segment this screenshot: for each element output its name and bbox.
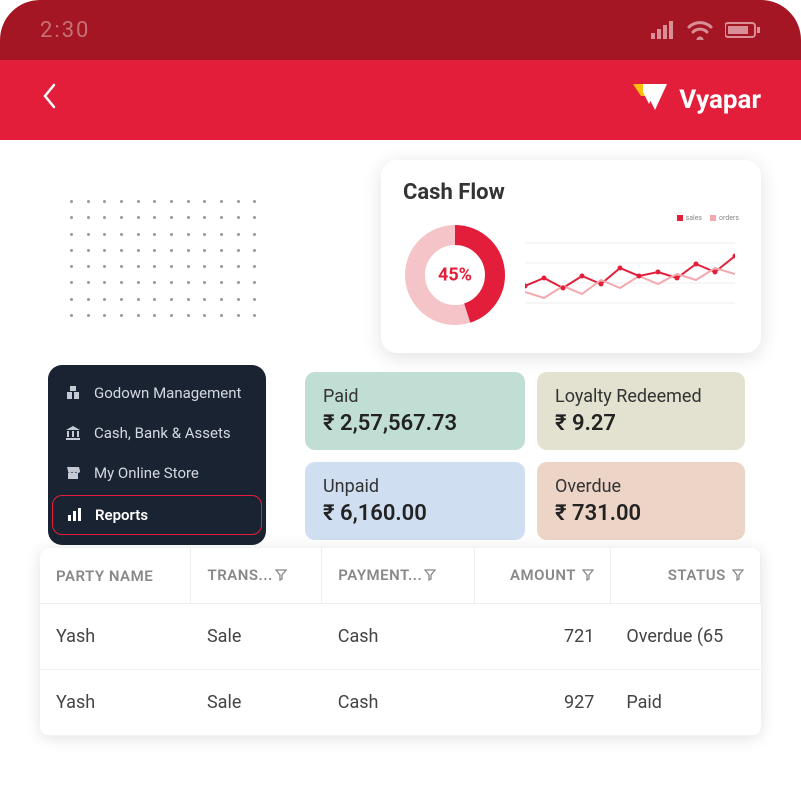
sidebar-item-cash-bank[interactable]: Cash, Bank & Assets bbox=[48, 413, 266, 453]
col-payment[interactable]: PAYMENT... bbox=[322, 548, 475, 604]
wifi-icon bbox=[687, 20, 713, 40]
donut-center-label: 45% bbox=[438, 265, 472, 286]
stat-card-loyalty[interactable]: Loyalty Redeemed ₹ 9.27 bbox=[537, 372, 745, 450]
cell-party: Yash bbox=[40, 604, 191, 670]
godown-icon bbox=[64, 384, 82, 402]
stat-card-unpaid[interactable]: Unpaid ₹ 6,160.00 bbox=[305, 462, 525, 540]
stat-card-paid[interactable]: Paid ₹ 2,57,567.73 bbox=[305, 372, 525, 450]
status-bar: 2:30 bbox=[0, 0, 801, 60]
cell-payment: Cash bbox=[322, 670, 475, 736]
decorative-dots bbox=[70, 200, 270, 330]
vyapar-logo-icon bbox=[629, 80, 669, 121]
sidebar-item-store[interactable]: My Online Store bbox=[48, 453, 266, 493]
chevron-left-icon bbox=[40, 81, 58, 111]
col-amount[interactable]: AMOUNT bbox=[474, 548, 610, 604]
stat-value: ₹ 9.27 bbox=[555, 411, 727, 436]
stat-label: Overdue bbox=[555, 476, 727, 497]
filter-icon[interactable] bbox=[275, 567, 287, 585]
sidebar-item-label: My Online Store bbox=[94, 464, 199, 482]
transactions-table: PARTY NAME TRANS... PAYMENT... AMOUNT ST… bbox=[40, 548, 761, 736]
line-chart: sales orders bbox=[525, 228, 739, 322]
app-header: Vyapar bbox=[0, 60, 801, 140]
sidebar-menu: Godown Management Cash, Bank & Assets My… bbox=[48, 365, 266, 545]
stat-value: ₹ 6,160.00 bbox=[323, 501, 507, 526]
reports-icon bbox=[65, 506, 83, 524]
store-icon bbox=[64, 464, 82, 482]
col-status[interactable]: STATUS bbox=[610, 548, 760, 604]
cash-flow-card: Cash Flow 45% sales orders bbox=[381, 160, 761, 353]
stat-label: Unpaid bbox=[323, 476, 507, 497]
brand-name: Vyapar bbox=[679, 85, 761, 115]
cell-trans: Sale bbox=[191, 670, 322, 736]
cell-amount: 927 bbox=[474, 670, 610, 736]
sidebar-item-label: Cash, Bank & Assets bbox=[94, 424, 231, 442]
cell-trans: Sale bbox=[191, 604, 322, 670]
stat-value: ₹ 731.00 bbox=[555, 501, 727, 526]
main-content: Cash Flow 45% sales orders bbox=[0, 140, 801, 200]
cell-party: Yash bbox=[40, 670, 191, 736]
cash-flow-title: Cash Flow bbox=[403, 180, 739, 205]
stat-card-overdue[interactable]: Overdue ₹ 731.00 bbox=[537, 462, 745, 540]
col-trans[interactable]: TRANS... bbox=[191, 548, 322, 604]
signal-icon bbox=[651, 21, 675, 39]
bank-icon bbox=[64, 424, 82, 442]
cell-amount: 721 bbox=[474, 604, 610, 670]
cell-status: Paid bbox=[610, 670, 760, 736]
sidebar-item-label: Reports bbox=[95, 506, 148, 524]
stat-label: Loyalty Redeemed bbox=[555, 386, 727, 407]
stat-value: ₹ 2,57,567.73 bbox=[323, 411, 507, 436]
sidebar-item-godown[interactable]: Godown Management bbox=[48, 373, 266, 413]
sidebar-item-reports[interactable]: Reports bbox=[52, 495, 262, 535]
filter-icon[interactable] bbox=[582, 567, 594, 585]
status-icons bbox=[651, 20, 761, 40]
table-row[interactable]: Yash Sale Cash 721 Overdue (65 bbox=[40, 604, 761, 670]
back-button[interactable] bbox=[40, 81, 58, 119]
table-row[interactable]: Yash Sale Cash 927 Paid bbox=[40, 670, 761, 736]
filter-icon[interactable] bbox=[732, 567, 744, 585]
stats-grid: Paid ₹ 2,57,567.73 Loyalty Redeemed ₹ 9.… bbox=[305, 372, 745, 540]
brand-logo: Vyapar bbox=[629, 80, 761, 121]
sidebar-item-label: Godown Management bbox=[94, 384, 241, 402]
filter-icon[interactable] bbox=[424, 567, 436, 585]
donut-chart: 45% bbox=[403, 223, 507, 327]
status-time: 2:30 bbox=[40, 18, 90, 43]
col-party[interactable]: PARTY NAME bbox=[40, 548, 191, 604]
cell-payment: Cash bbox=[322, 604, 475, 670]
stat-label: Paid bbox=[323, 386, 507, 407]
battery-icon bbox=[725, 21, 761, 39]
cell-status: Overdue (65 bbox=[610, 604, 760, 670]
